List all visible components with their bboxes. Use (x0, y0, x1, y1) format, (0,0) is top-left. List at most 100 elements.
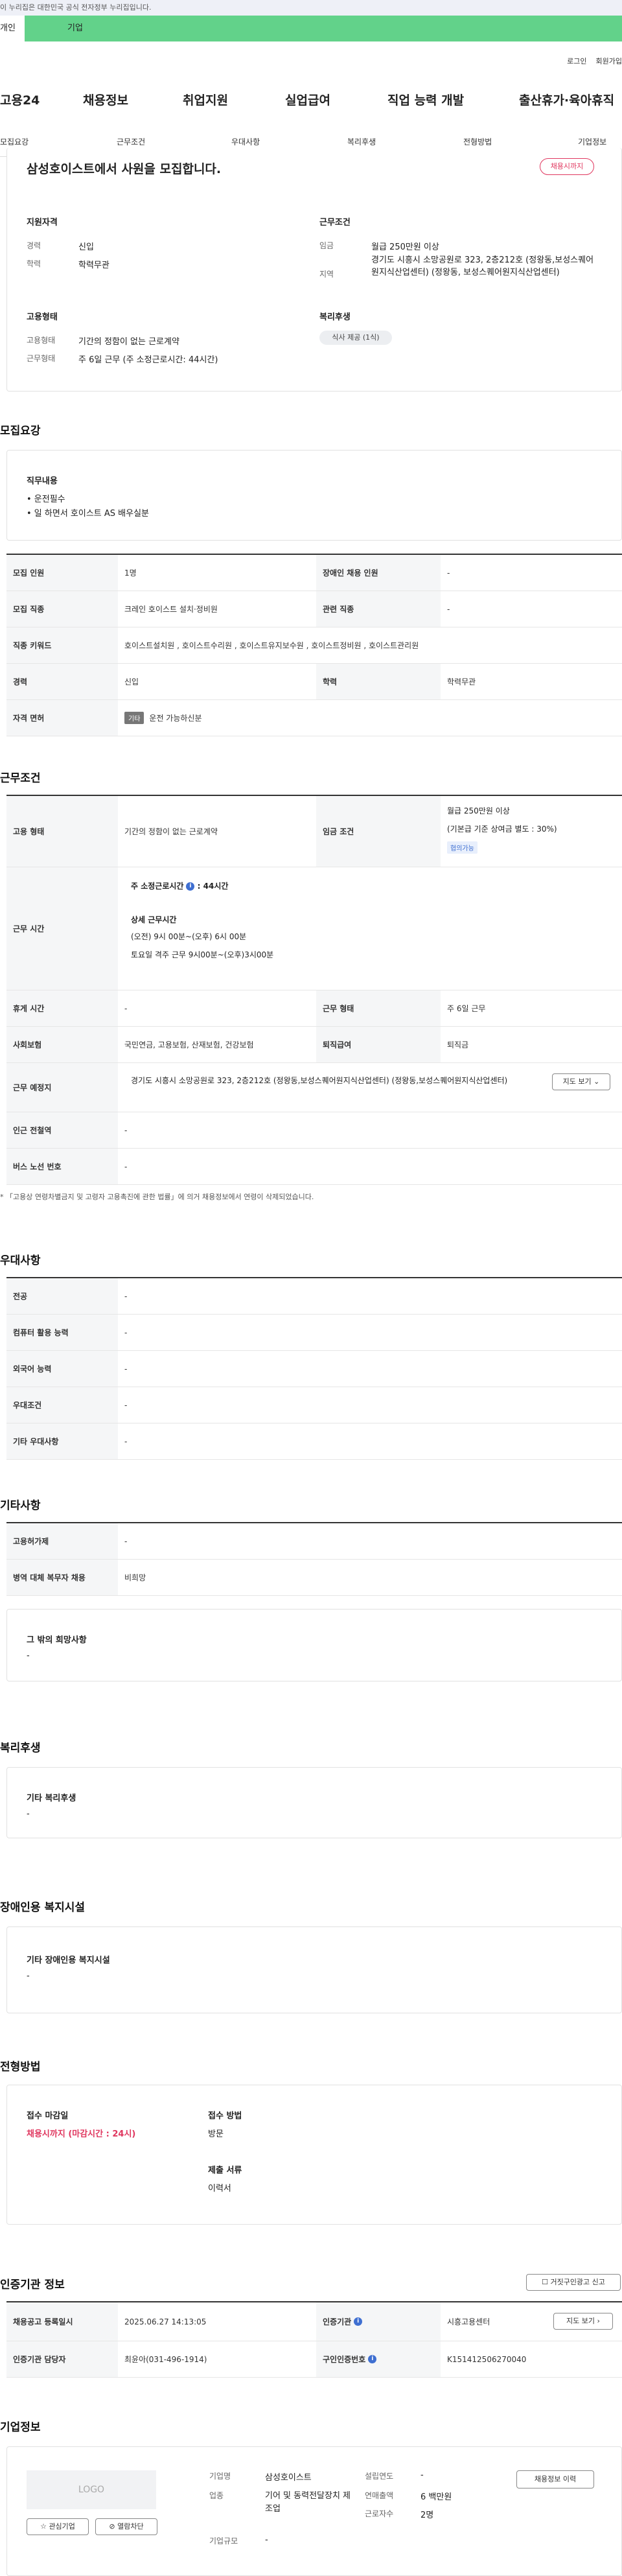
welfare-card-value: - (27, 1809, 30, 1819)
work-row-break: 휴게 시간 - 근무 형태 주 6일 근무 (6, 990, 622, 1027)
tab-work[interactable]: 근무조건 (117, 136, 145, 147)
tab-welfare[interactable]: 복리후생 (347, 136, 376, 147)
row-th: 사회보험 (6, 1027, 118, 1062)
other-card: 그 밖의 희망사항 - (6, 1609, 622, 1681)
recruit-row-job: 모집 직종 크레인 호이스트 설치·정비원 관련 직종 - (6, 591, 622, 627)
cert-row-2: 인증기관 담당자 최윤아(031-496-1914) 구인인증번호 i K15141… (6, 2341, 622, 2378)
work-value: 주 6일 근무 (주 소정근로시간: 44시간) (78, 355, 218, 365)
favorite-button[interactable]: ☆ 관심기업 (27, 2518, 89, 2535)
deadline-badge: 채용시까지 (540, 158, 594, 175)
info-icon[interactable]: i (354, 2317, 363, 2326)
row-td: 비희망 (124, 1573, 146, 1582)
star-icon: ☆ (40, 2522, 47, 2531)
tab-company[interactable]: 기업정보 (578, 136, 606, 147)
row-td: - (124, 1328, 128, 1337)
row-th: 직종 키워드 (6, 627, 118, 663)
history-button[interactable]: 채용정보 이력 (516, 2470, 594, 2488)
welfare-tag: 식사 제공 (1식) (319, 331, 392, 345)
company-logo: LOGO (27, 2470, 156, 2509)
row-th: 고용 형태 (6, 796, 118, 867)
nav-training[interactable]: 직업 능력 개발 (387, 91, 464, 108)
duty-line-2: • 일 하면서 호이스트 AS 배우실분 (27, 509, 149, 519)
row-td: 1명 (124, 568, 137, 578)
cert-heading: 인증기관 정보 (0, 2278, 65, 2291)
toggle-personal[interactable]: 개인 (0, 16, 25, 41)
age-note: * 「고용상 연령차별금지 및 고령자 고용촉진에 관한 법률」에 의거 채용정… (0, 1193, 314, 1201)
tab-selection[interactable]: 전형방법 (463, 136, 492, 147)
work-row-insurance: 사회보험 국민연금, 고용보험, 산재보험, 건강보험 퇴직급여 퇴직금 (6, 1027, 622, 1063)
row-th: 병역 대체 복무자 채용 (6, 1560, 118, 1595)
row-th: 근무 형태 (316, 990, 441, 1026)
map-button[interactable]: 지도 보기 ⌄ (552, 1073, 610, 1090)
work-label: 근무형태 (27, 354, 56, 363)
weekly-hours-label: 주 소정근로시간 (131, 882, 184, 891)
work-row-location: 근무 예정지 경기도 시흥시 소망공원로 323, 2층212호 (정왕동,보성… (6, 1063, 622, 1112)
nav-jobs[interactable]: 채용정보 (83, 91, 128, 108)
deadline-value: 채용시까지 (마감시간 : 24시) (27, 2129, 136, 2139)
row-th: 자격 면허 (6, 700, 118, 736)
wage-label: 임금 (319, 241, 334, 250)
work-row-time: 근무 시간 주 소정근로시간 i : 44시간 상세 근무시간 (오전) 9시 0… (6, 867, 622, 990)
emp-type-label: 고용형태 (27, 336, 56, 345)
duty-line-1: • 운전필수 (27, 495, 65, 504)
recruit-row-keyword: 직종 키워드 호이스트설치원 , 호이스트수리원 , 호이스트유지보수원 , 호이… (6, 627, 622, 664)
info-icon[interactable]: i (186, 882, 195, 891)
cert-map-button[interactable]: 지도 보기 › (553, 2313, 613, 2330)
pref-heading: 우대사항 (0, 1254, 41, 1267)
row-td: 2025.06.27 14:13:05 (124, 2317, 207, 2326)
row-th: 경력 (6, 664, 118, 699)
edu-value: 학력무관 (78, 261, 109, 270)
row-th: 전공 (6, 1278, 118, 1314)
row-td: 주 6일 근무 (447, 1004, 486, 1013)
selection-heading: 전형방법 (0, 2061, 41, 2074)
row-th: 인근 전철역 (6, 1112, 118, 1148)
block-button[interactable]: ⊘ 열람차단 (95, 2518, 157, 2535)
chevron-right-icon: › (597, 2317, 600, 2325)
career-value: 신입 (78, 242, 94, 252)
disabled-card-value: - (27, 1971, 30, 1981)
recruit-row-license: 자격 면허 기타 운전 가능하신분 (6, 700, 622, 736)
emp-count-value: 2명 (420, 2511, 434, 2520)
chevron-down-icon: ⌄ (593, 1077, 600, 1086)
cert-map-label: 지도 보기 (566, 2317, 595, 2325)
row-th: 근무 예정지 (6, 1063, 118, 1112)
docs-title: 제출 서류 (208, 2166, 242, 2175)
tab-recruit[interactable]: 모집요강 (0, 136, 29, 147)
nav-employment[interactable]: 취업지원 (183, 91, 228, 108)
row-td: - (447, 604, 450, 614)
row-th: 컴퓨터 활용 능력 (6, 1315, 118, 1350)
method-value: 방문 (208, 2129, 224, 2139)
info-icon[interactable]: i (368, 2355, 377, 2363)
row-td: 시흥고용센터 (447, 2317, 490, 2326)
row-th: 모집 직종 (6, 591, 118, 627)
row-th: 휴게 시간 (6, 990, 118, 1026)
gov-banner: 이 누리집은 대한민국 공식 전자정부 누리집입니다. (0, 0, 622, 16)
row-td: K151412506270040 (447, 2354, 527, 2364)
etc-row: 고용허가제 - (6, 1523, 622, 1560)
wage-line-2: (기본급 기준 상여금 별도 : 30%) (447, 825, 557, 834)
nav-unemployment[interactable]: 실업급여 (285, 91, 330, 108)
row-th: 임금 조건 (316, 796, 441, 867)
row-th: 고용허가제 (6, 1523, 118, 1559)
report-button[interactable]: ☐ 거짓구인광고 신고 (526, 2274, 621, 2291)
row-th: 채용공고 등록일시 (6, 2302, 118, 2341)
row-td: - (124, 1003, 128, 1013)
row-td: - (124, 1436, 128, 1446)
join-link[interactable]: 회원가입 (596, 57, 622, 65)
row-th: 우대조건 (6, 1387, 118, 1423)
row-td: 호이스트설치원 , 호이스트수리원 , 호이스트유지보수원 , 호이스트정비원 … (124, 641, 419, 650)
main-nav: 고용24 채용정보 취업지원 실업급여 직업 능력 개발 출산휴가·육아휴직 (0, 91, 622, 108)
nav-leave[interactable]: 출산휴가·육아휴직 (519, 91, 614, 108)
pref-row: 외국어 능력 - (6, 1351, 622, 1387)
weekly-hours-value: : 44시간 (197, 882, 229, 891)
toggle-company[interactable]: 기업 (25, 16, 622, 41)
emp-type-value: 기간의 정함이 없는 근로계약 (78, 337, 179, 347)
login-link[interactable]: 로그인 (567, 57, 586, 65)
license-value: 운전 가능하신분 (149, 714, 202, 723)
brand-logo[interactable]: 고용24 (0, 91, 40, 108)
welfare-title: 복리후생 (319, 312, 351, 322)
sales-label: 연매출액 (365, 2491, 394, 2500)
row-th: 퇴직급여 (316, 1027, 441, 1062)
tab-pref[interactable]: 우대사항 (231, 136, 260, 147)
disabled-card-title: 기타 장애인용 복지시설 (27, 1956, 110, 1965)
